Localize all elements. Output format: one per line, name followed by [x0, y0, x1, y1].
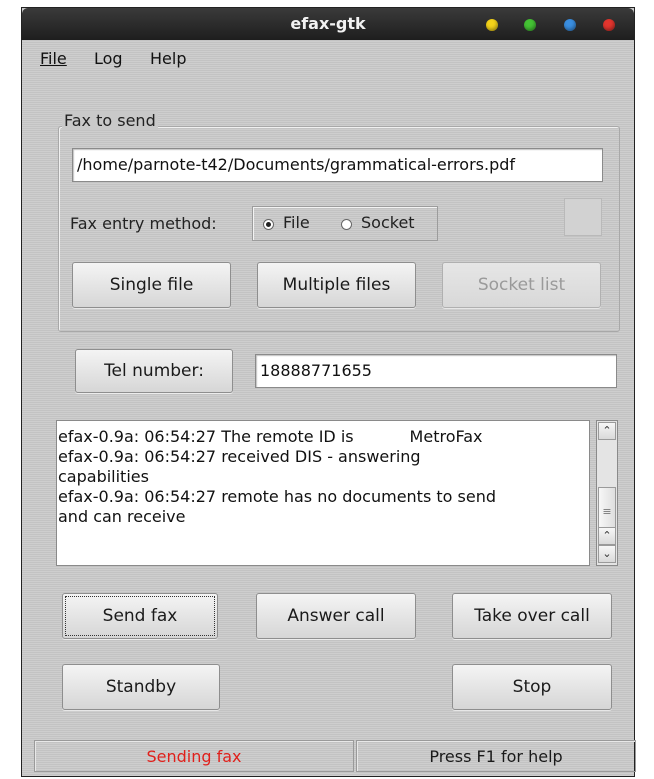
send-fax-button[interactable]: Send fax: [62, 593, 218, 639]
menu-file[interactable]: File: [40, 46, 67, 72]
radio-socket-label[interactable]: Socket: [361, 213, 415, 232]
radio-file-label[interactable]: File: [283, 213, 310, 232]
standby-button[interactable]: Standby: [62, 664, 220, 710]
multiple-files-button[interactable]: Multiple files: [257, 262, 416, 308]
menu-help[interactable]: Help: [150, 46, 186, 72]
take-over-call-button[interactable]: Take over call: [452, 593, 612, 639]
status-bar: Sending fax Press F1 for help: [34, 740, 636, 772]
log-line: capabilities: [58, 467, 149, 486]
status-left: Sending fax: [34, 740, 354, 772]
title-bar[interactable]: efax-gtk: [22, 8, 634, 40]
close-icon[interactable]: [603, 19, 615, 31]
radio-socket[interactable]: [341, 219, 352, 230]
shade-icon[interactable]: [564, 19, 576, 31]
fax-to-send-title: Fax to send: [62, 111, 158, 130]
tel-number-field[interactable]: 18888771655: [255, 354, 617, 388]
menu-log[interactable]: Log: [94, 46, 123, 72]
log-line: efax-0.9a: 06:54:27 The remote ID is Met…: [58, 427, 483, 446]
answer-call-button[interactable]: Answer call: [256, 593, 416, 639]
tel-number-button[interactable]: Tel number:: [75, 349, 233, 393]
minimize-icon[interactable]: [486, 19, 498, 31]
window-title: efax-gtk: [290, 14, 366, 33]
log-line: efax-0.9a: 06:54:27 received DIS - answe…: [58, 447, 421, 466]
radio-file[interactable]: [263, 219, 274, 230]
socket-indicator: [564, 198, 602, 236]
log-scrollbar[interactable]: ⌃ ≡ ⌃ ⌄: [596, 420, 618, 566]
status-right: Press F1 for help: [356, 740, 636, 772]
menu-bar: File Log Help: [22, 46, 634, 72]
single-file-button[interactable]: Single file: [72, 262, 231, 308]
fax-entry-method-group: File Socket: [252, 206, 438, 241]
stop-button[interactable]: Stop: [452, 664, 612, 710]
socket-list-button[interactable]: Socket list: [442, 262, 601, 308]
log-line: efax-0.9a: 06:54:27 remote has no docume…: [58, 487, 496, 506]
maximize-icon[interactable]: [524, 19, 536, 31]
log-text-area[interactable]: efax-0.9a: 06:54:27 The remote ID is Met…: [56, 420, 590, 566]
file-path-field[interactable]: /home/parnote-t42/Documents/grammatical-…: [72, 148, 603, 182]
scroll-up-small-icon[interactable]: ⌃: [598, 527, 616, 545]
scroll-up-icon[interactable]: ⌃: [598, 422, 616, 440]
log-line: and can receive: [58, 507, 186, 526]
fax-entry-method-label: Fax entry method:: [70, 214, 217, 233]
scroll-down-icon[interactable]: ⌄: [598, 545, 616, 563]
efax-window: efax-gtk File Log Help Fax to send /home…: [22, 8, 636, 776]
